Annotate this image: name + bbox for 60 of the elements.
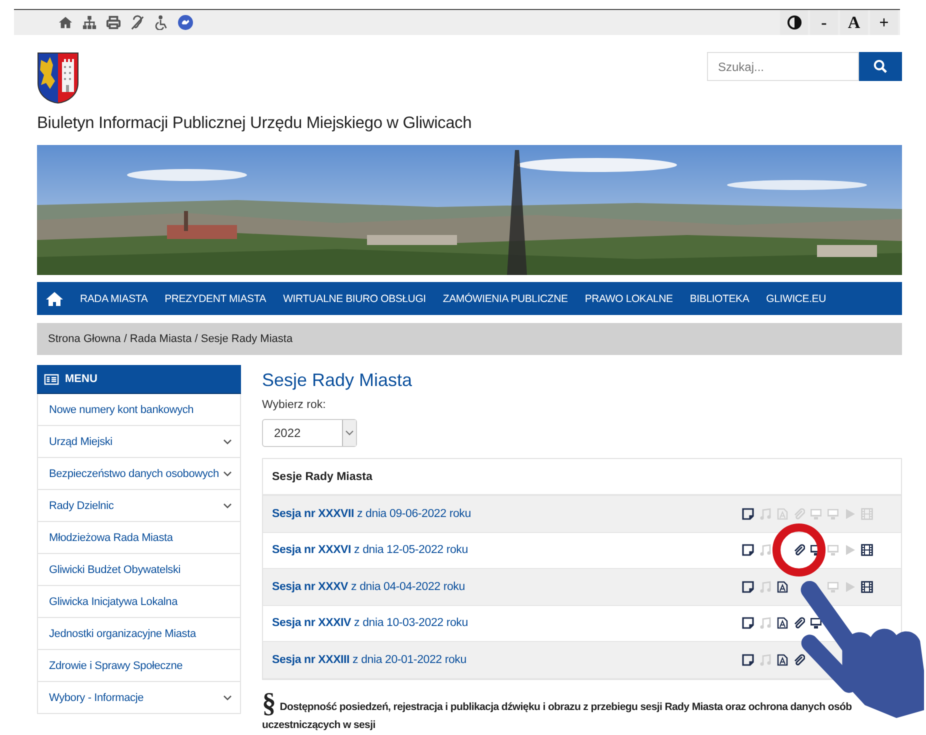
chevron-icon — [345, 430, 354, 436]
nav-link[interactable]: PREZYDENT MIASTA — [164, 292, 266, 304]
paperclip-icon[interactable] — [793, 654, 805, 666]
site-title: Biuletyn Informacji Publicznej Urzędu Miejskiego w Gliwicach — [37, 114, 473, 133]
print-icon[interactable] — [106, 15, 121, 30]
sidebar-item[interactable]: Jednostki organizacyjne Miasta — [37, 618, 241, 650]
film-icon[interactable] — [861, 580, 873, 593]
sign-language-icon[interactable] — [178, 15, 193, 30]
coat-of-arms-logo[interactable] — [37, 52, 79, 104]
highlight-ring — [772, 523, 826, 577]
session-link[interactable]: Sesja nr XXXIV z dnia 10-03-2022 roku — [272, 617, 468, 630]
pdf-file-icon[interactable] — [776, 617, 788, 630]
contrast-button[interactable] — [780, 10, 808, 35]
note-icon[interactable] — [742, 617, 754, 630]
home-icon[interactable] — [46, 290, 63, 306]
pdf-file-icon[interactable] — [776, 580, 788, 593]
nav-link[interactable]: BIBLIOTEKA — [690, 292, 750, 304]
sidebar-item[interactable]: Wybory - Informacje — [37, 682, 241, 714]
sidebar-item[interactable]: Gliwicka Inicjatywa Lokalna — [37, 586, 241, 618]
sidebar-item[interactable]: Młodzieżowa Rada Miasta — [37, 522, 241, 554]
note-icon[interactable] — [742, 654, 754, 666]
menu-title: MENU — [65, 373, 98, 385]
page-heading: Sesje Rady Miasta — [262, 370, 414, 391]
year-label: Wybierz rok: — [262, 399, 327, 411]
contrast-icon — [786, 15, 802, 30]
search-button[interactable] — [859, 52, 902, 81]
note-icon[interactable] — [742, 508, 754, 520]
home-icon[interactable] — [58, 15, 73, 30]
year-select[interactable]: 2022 — [262, 419, 357, 447]
increase-font-button[interactable]: + — [870, 10, 898, 35]
session-link[interactable]: Sesja nr XXXIII z dnia 20-01-2022 roku — [272, 654, 466, 666]
sidebar-item[interactable]: Bezpieczeństwo danych osobowych — [37, 458, 241, 490]
sidebar-item[interactable]: Urząd Miejski — [37, 426, 241, 458]
film-icon[interactable] — [861, 544, 873, 556]
sidebar-item[interactable]: Zdrowie i Sprawy Społeczne — [37, 650, 241, 682]
sidebar-item[interactable]: Nowe numery kont bankowych — [37, 394, 241, 426]
nav-link[interactable]: ZAMÓWIENIA PUBLICZNE — [442, 292, 568, 304]
monitor-icon[interactable] — [810, 617, 822, 630]
session-link[interactable]: Sesja nr XXXVII z dnia 09-06-2022 roku — [272, 508, 471, 520]
wheelchair-icon[interactable] — [154, 15, 169, 30]
session-link[interactable]: Sesja nr XXXVI z dnia 12-05-2022 roku — [272, 544, 468, 556]
sidebar-item[interactable]: Rady Dzielnic — [37, 490, 241, 522]
paperclip-icon[interactable] — [793, 617, 805, 630]
breadcrumb: Strona Głowna / Rada Miasta / Sesje Rady Miasta — [48, 333, 293, 345]
session-link[interactable]: Sesja nr XXXV z dnia 04-04-2022 roku — [272, 580, 465, 593]
list-icon — [44, 372, 59, 386]
nav-link[interactable]: WIRTUALNE BIURO OBSŁUGI — [283, 292, 426, 304]
nav-link[interactable]: RADA MIASTA — [80, 292, 148, 304]
nav-link[interactable]: PRAWO LOKALNE — [584, 292, 673, 304]
sitemap-icon[interactable] — [82, 15, 97, 30]
nav-link[interactable]: GLIWICE.EU — [766, 292, 826, 304]
ear-icon[interactable] — [130, 15, 145, 30]
note-icon[interactable] — [742, 580, 754, 593]
search-icon — [873, 59, 888, 74]
pdf-file-icon[interactable] — [776, 654, 788, 666]
font-size-button[interactable]: A — [840, 10, 868, 35]
sidebar-item[interactable]: Gliwicki Budżet Obywatelski — [37, 554, 241, 586]
note-icon[interactable] — [742, 544, 754, 556]
paperclip-icon[interactable] — [793, 544, 805, 556]
decrease-font-button[interactable]: - — [810, 10, 838, 35]
